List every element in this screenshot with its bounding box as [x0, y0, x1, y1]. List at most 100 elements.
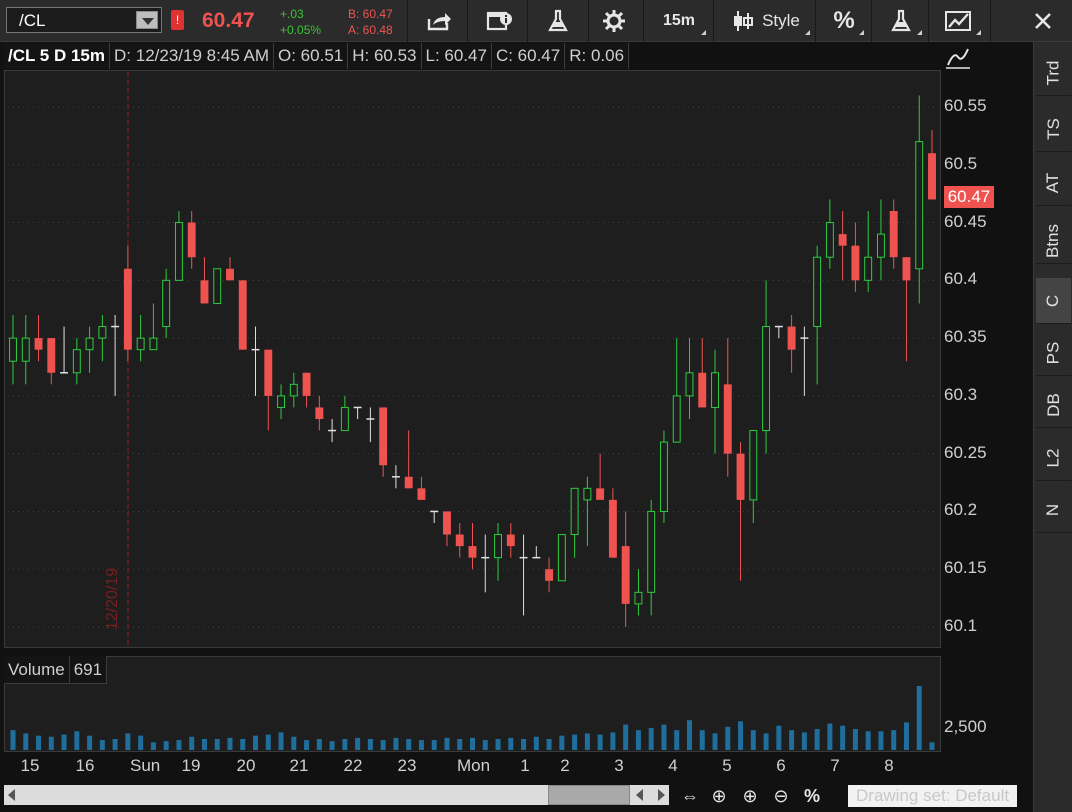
chart-header: /CL 5 D 15m D: 12/23/19 8:45 AM O: 60.51… [4, 43, 630, 69]
settings-button[interactable] [597, 5, 631, 37]
bid-price: B: 60.47 [348, 7, 393, 21]
sidebar-tab-label: PS [1043, 341, 1063, 364]
right-sidebar: Trd TS AT Btns C PS DB L2 N [1033, 42, 1072, 812]
price-axis-tick: 60.35 [944, 327, 987, 347]
last-price-tag: 60.47 [944, 186, 994, 208]
percent-change: +0.05% [280, 23, 322, 37]
bar-high: H: 60.53 [348, 43, 422, 69]
time-axis-tick: Mon [457, 756, 491, 775]
drawings-dropdown[interactable] [937, 5, 981, 37]
sidebar-tab-label: DB [1043, 392, 1063, 417]
share-button[interactable] [422, 5, 456, 37]
price-axis-tick: 60.45 [944, 211, 987, 231]
sidebar-tab-label: Trd [1043, 60, 1063, 85]
interval-label: 15m [662, 12, 696, 29]
drawing-mode-icon[interactable] [944, 46, 972, 70]
info-window-icon [486, 11, 512, 31]
sidebar-tab-label: AT [1043, 172, 1063, 193]
chart-symbol-period: /CL 5 D 15m [4, 43, 111, 69]
time-axis-tick: 23 [397, 756, 417, 775]
sidebar-tab-btns[interactable]: Btns [1036, 218, 1071, 264]
price-panel[interactable] [4, 70, 941, 648]
time-axis-tick: 21 [289, 756, 309, 775]
sidebar-tab-n[interactable]: N [1036, 487, 1071, 533]
caret-icon [805, 25, 810, 35]
caret-icon [976, 25, 981, 35]
symbol-input[interactable]: /CL [6, 7, 162, 33]
close-button[interactable] [1028, 5, 1058, 37]
change-values: +.03 +0.05% [280, 6, 321, 38]
time-axis-tick: 3 [614, 756, 624, 775]
sidebar-tab-label: TS [1043, 117, 1063, 140]
share-icon [427, 13, 451, 31]
volume-label: Volume [4, 656, 70, 684]
zoom-in-icon[interactable]: ⊕ [738, 786, 762, 806]
sidebar-tab-c[interactable]: C [1036, 278, 1071, 324]
sidebar-tab-db[interactable]: DB [1036, 382, 1071, 428]
sidebar-tab-at[interactable]: AT [1036, 160, 1071, 206]
time-axis-tick: 16 [75, 756, 95, 775]
sidebar-tab-ts[interactable]: TS [1036, 106, 1071, 152]
time-axis-tick: 7 [830, 756, 840, 775]
study-info-button[interactable] [482, 5, 516, 37]
volume-value: 691 [69, 656, 108, 684]
bar-close: C: 60.47 [491, 43, 566, 69]
close-icon [1035, 13, 1051, 29]
caret-icon [859, 25, 864, 35]
drawing-tools-icon [945, 11, 971, 31]
studies-dropdown[interactable] [880, 5, 922, 37]
style-dropdown[interactable]: Style [722, 5, 810, 37]
symbol-dropdown-button[interactable] [136, 11, 158, 29]
scrollbar-thumb[interactable] [548, 785, 630, 805]
drawing-set-label[interactable]: Drawing set: Default [848, 785, 1018, 807]
style-label: Style [762, 11, 800, 30]
zoom-out-icon[interactable]: ⊖ [769, 786, 793, 806]
ask-price: A: 60.48 [348, 23, 393, 37]
pan-icon[interactable]: ⇔ [678, 786, 702, 806]
bar-open: O: 60.51 [274, 43, 349, 69]
session-date-label: 12/20/19 [104, 567, 122, 631]
sidebar-tab-ps[interactable]: PS [1036, 330, 1071, 376]
percentage-button[interactable]: % [824, 5, 864, 37]
interval-dropdown[interactable]: 15m [652, 5, 706, 37]
last-price: 60.47 [202, 9, 255, 32]
price-axis-tick: 60.55 [944, 96, 987, 115]
time-axis-tick: 15 [20, 756, 40, 775]
sidebar-tab-label: L2 [1043, 448, 1063, 467]
time-axis-tick: 1 [520, 756, 530, 775]
price-axis-tick: 60.2 [944, 500, 978, 520]
sidebar-tab-trd[interactable]: Trd [1036, 50, 1071, 96]
price-axis-tick: 60.5 [944, 153, 978, 173]
bid-ask: B: 60.47 A: 60.48 [348, 6, 393, 38]
volume-header: Volume 691 [4, 656, 108, 684]
scroll-right-icon[interactable] [658, 789, 665, 801]
time-axis-tick: 8 [884, 756, 894, 775]
price-axis-tick: 60.15 [944, 558, 987, 578]
time-axis-tick: 6 [776, 756, 786, 775]
caret-icon [701, 25, 706, 35]
time-axis-tick: 22 [343, 756, 363, 775]
percent-scale-icon[interactable]: % [800, 786, 824, 806]
scroll-left-icon[interactable] [8, 789, 15, 801]
sidebar-tab-label: N [1043, 503, 1063, 516]
time-axis-tick: Sun [130, 756, 161, 775]
caret-icon [917, 25, 922, 35]
scroll-back-icon[interactable] [636, 789, 643, 801]
crosshair-icon[interactable]: ⊕ [707, 786, 731, 806]
percent-icon: % [833, 7, 855, 34]
time-axis-tick: 2 [560, 756, 570, 775]
sidebar-tab-l2[interactable]: L2 [1036, 435, 1071, 481]
studies-button[interactable] [541, 5, 575, 37]
bar-date: D: 12/23/19 8:45 AM [110, 43, 275, 69]
symbol-text: /CL [19, 11, 46, 30]
price-axis-tick: 60.4 [944, 269, 978, 289]
net-change: +.03 [280, 7, 304, 21]
candlestick-icon [734, 11, 754, 31]
sidebar-tab-label: Btns [1043, 223, 1063, 258]
time-axis-tick: 5 [722, 756, 732, 775]
time-axis-tick: 20 [236, 756, 256, 775]
alert-badge[interactable]: ! [171, 10, 184, 30]
volume-panel[interactable] [4, 656, 941, 752]
volume-axis-tick: 2,500 [944, 717, 987, 736]
price-axis-tick: 60.25 [944, 442, 987, 462]
